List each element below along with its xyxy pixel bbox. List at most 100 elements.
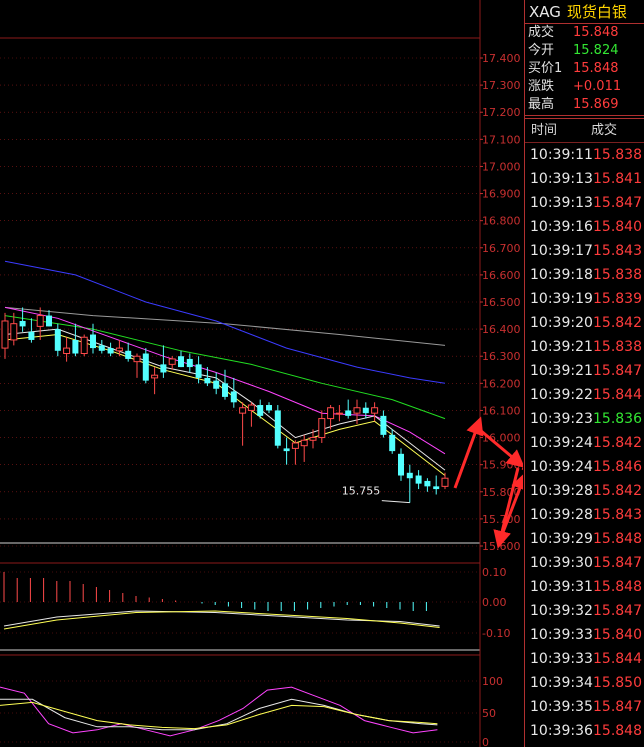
candle <box>142 348 149 384</box>
tick-row[interactable]: 10:39:33 15.840 <box>525 623 644 647</box>
candle-body <box>300 439 308 447</box>
tick-row[interactable]: 10:39:20 15.842 <box>525 311 644 335</box>
tick-time: 10:39:31 <box>530 579 593 595</box>
candle <box>362 402 369 419</box>
candle-body <box>63 347 71 355</box>
quote-label: 买价1 <box>528 61 563 76</box>
candles <box>1 307 449 503</box>
tick-row[interactable]: 10:39:17 15.843 <box>525 239 644 263</box>
tick-row[interactable]: 10:39:23 15.836 <box>525 407 644 431</box>
candle <box>266 402 272 414</box>
price-tick-label: 16.800 <box>482 215 521 228</box>
tick-row[interactable]: 10:39:28 15.842 <box>525 479 644 503</box>
candle <box>160 345 167 378</box>
price-tick-label: 17.100 <box>482 133 521 146</box>
candle-body <box>72 339 79 354</box>
quote-value: 15.869 <box>573 97 619 112</box>
candle <box>283 437 290 465</box>
candle <box>371 402 379 422</box>
low-marker-line <box>381 500 410 504</box>
tick-price: 15.848 <box>593 723 642 739</box>
tick-price: 15.846 <box>593 459 642 475</box>
candle <box>222 369 228 400</box>
tick-row[interactable]: 10:39:31 15.848 <box>525 575 644 599</box>
tick-time: 10:39:36 <box>530 723 593 739</box>
candle <box>125 342 132 362</box>
price-tick-label: 16.400 <box>482 323 521 336</box>
tick-price: 15.840 <box>593 219 642 235</box>
tick-row[interactable]: 10:39:16 15.840 <box>525 215 644 239</box>
tick-time: 10:39:35 <box>530 699 593 715</box>
candle-body <box>90 334 96 349</box>
quote-row: 买价1 15.848 <box>525 60 644 78</box>
symbol-header[interactable]: XAG 现货白银 <box>525 0 644 24</box>
candle-body <box>441 477 449 487</box>
candle <box>433 475 440 495</box>
candle-body <box>98 345 105 351</box>
tick-row[interactable]: 10:39:35 15.847 <box>525 695 644 719</box>
candle-body <box>371 407 379 414</box>
tick-row[interactable]: 10:39:22 15.844 <box>525 383 644 407</box>
tick-time: 10:39:16 <box>530 219 593 235</box>
tick-row[interactable]: 10:39:18 15.838 <box>525 263 644 287</box>
price-tick-label: 17.000 <box>482 160 521 173</box>
macd-tick-label: -0.10 <box>482 627 510 640</box>
ticks-list[interactable]: 10:39:11 15.838 10:39:13 15.841 10:39:13 15.8… <box>525 143 644 743</box>
tick-row[interactable]: 10:39:29 15.848 <box>525 527 644 551</box>
tick-row[interactable]: 10:39:32 15.847 <box>525 599 644 623</box>
candle <box>186 353 193 373</box>
tick-row[interactable]: 10:39:11 15.838 <box>525 143 644 167</box>
tick-row[interactable]: 10:39:13 15.847 <box>525 191 644 215</box>
candle-body <box>54 329 61 351</box>
candle-body <box>433 486 440 490</box>
quote-value: 15.848 <box>573 25 619 40</box>
tick-price: 15.850 <box>593 675 642 691</box>
tick-row[interactable]: 10:39:24 15.842 <box>525 431 644 455</box>
tick-row[interactable]: 10:39:36 15.848 <box>525 719 644 743</box>
quote-row: 成交 15.848 <box>525 24 644 42</box>
tick-row[interactable]: 10:39:13 15.841 <box>525 167 644 191</box>
price-tick-label: 15.600 <box>482 540 521 553</box>
tick-time: 10:39:24 <box>530 435 593 451</box>
candle-body <box>204 377 211 384</box>
tick-row[interactable]: 10:39:28 15.843 <box>525 503 644 527</box>
candle-body <box>28 331 35 340</box>
tick-price: 15.844 <box>593 651 642 667</box>
candle <box>406 464 413 503</box>
tick-price: 15.843 <box>593 507 642 523</box>
candle-body <box>239 407 247 414</box>
quote-value: 15.848 <box>573 61 619 76</box>
kline-chart-svg[interactable]: 15.755 17.400 17.300 17.200 17.100 17.000 16.… <box>0 0 523 747</box>
candle-body <box>36 315 44 327</box>
candle <box>63 337 71 362</box>
tick-row[interactable]: 10:39:21 15.838 <box>525 335 644 359</box>
tick-row[interactable]: 10:39:33 15.844 <box>525 647 644 671</box>
tick-price: 15.847 <box>593 555 642 571</box>
price-tick-label: 16.200 <box>482 377 521 390</box>
tick-price: 15.839 <box>593 291 642 307</box>
tick-row[interactable]: 10:39:21 15.847 <box>525 359 644 383</box>
tick-time: 10:39:23 <box>530 411 593 427</box>
tick-row[interactable]: 10:39:19 15.839 <box>525 287 644 311</box>
tick-time: 10:39:29 <box>530 531 593 547</box>
candle <box>178 350 184 368</box>
tick-row[interactable]: 10:39:30 15.847 <box>525 551 644 575</box>
candle <box>36 307 44 340</box>
candle-body <box>115 347 123 352</box>
candle <box>380 410 387 438</box>
tick-row[interactable]: 10:39:24 15.846 <box>525 455 644 479</box>
tick-time: 10:39:21 <box>530 339 593 355</box>
tick-price: 15.842 <box>593 435 642 451</box>
kdj-panel <box>0 686 438 737</box>
candle-body <box>213 380 220 389</box>
kdj-line <box>0 701 438 730</box>
chart-area[interactable]: 15.755 17.400 17.300 17.200 17.100 17.000 16.… <box>0 0 523 747</box>
candle <box>28 318 35 343</box>
price-tick-label: 16.900 <box>482 188 521 201</box>
tick-price: 15.842 <box>593 483 642 499</box>
tick-time: 10:39:33 <box>530 627 593 643</box>
tick-price: 15.848 <box>593 579 642 595</box>
candle <box>90 323 96 354</box>
tick-row[interactable]: 10:39:34 15.850 <box>525 671 644 695</box>
tick-time: 10:39:33 <box>530 651 593 667</box>
